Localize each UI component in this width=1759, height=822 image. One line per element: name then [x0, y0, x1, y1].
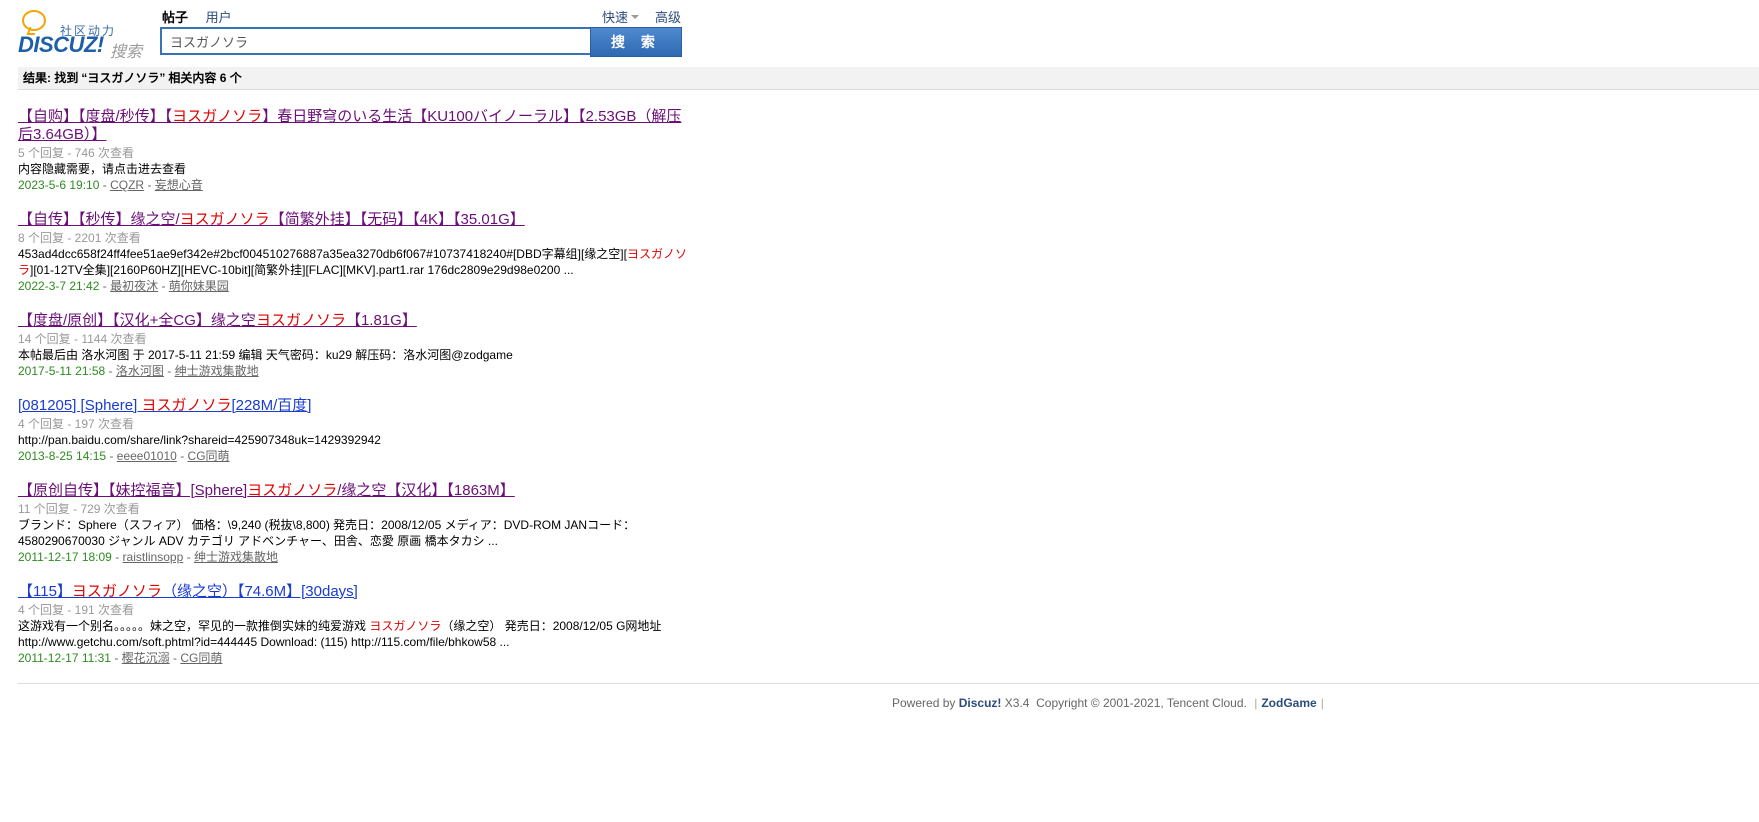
footer-separator: |	[1254, 696, 1258, 710]
footer: Powered by Discuz! X3.4 Copyright © 2001…	[892, 696, 1328, 710]
result-item: 【原创自传】【妹控福音】[Sphere]ヨスガノソラ/缘之空【汉化】【1863M…	[18, 482, 690, 565]
result-item: 【115】ヨスガノソラ（缘之空）【74.6M】[30days] 4 个回复 - …	[18, 583, 690, 666]
result-desc: 这游戏有一个别名。。。。。妹之空，罕见的一款推倒实妹的纯爱游戏 ヨスガノソラ（缘…	[18, 619, 662, 649]
tab-users[interactable]: 用户	[206, 10, 232, 25]
result-desc: 本帖最后由 洛水河图 于 2017-5-11 21:59 编辑 天气密码：ku2…	[18, 348, 513, 362]
advanced-search-link[interactable]: 高级	[655, 7, 681, 26]
result-item: [081205] [Sphere] ヨスガノソラ[228M/百度] 4 个回复 …	[18, 397, 690, 464]
result-meta: 4 个回复 - 191 次查看	[18, 603, 135, 617]
result-meta: 14 个回复 - 1144 次查看	[18, 332, 147, 346]
result-meta: 11 个回复 - 729 次查看	[18, 502, 140, 516]
result-meta: 4 个回复 - 197 次查看	[18, 417, 135, 431]
site-link[interactable]: ZodGame	[1261, 696, 1316, 710]
result-date: 2011-12-17 18:09	[18, 550, 112, 564]
result-meta: 8 个回复 - 2201 次查看	[18, 231, 141, 245]
result-forum-link[interactable]: 绅士游戏集散地	[175, 364, 259, 378]
result-desc: 内容隐藏需要，请点击进去查看	[18, 162, 187, 176]
copyright: Copyright © 2001-2021, Tencent Cloud.	[1036, 696, 1247, 710]
result-date: 2013-8-25 14:15	[18, 449, 107, 463]
tab-threads[interactable]: 帖子	[162, 10, 188, 25]
result-info: 2013-8-25 14:15 - eeee01010 - CG同萌	[18, 449, 230, 463]
result-title-link[interactable]: 【度盘/原创】【汉化+全CG】缘之空ヨスガノソラ【1.81G】	[18, 312, 690, 330]
result-desc: http://pan.baidu.com/share/link?shareid=…	[18, 433, 381, 447]
footer-separator: |	[1320, 696, 1324, 710]
result-forum-link[interactable]: 绅士游戏集散地	[194, 550, 278, 564]
result-title-link[interactable]: 【自购】【度盘/秒传】【ヨスガノソラ】春日野穹のいる生活【KU100バイノーラル…	[18, 108, 690, 144]
result-suffix: 相关内容 6 个	[168, 71, 242, 85]
result-query: “ヨスガノソラ”	[81, 71, 166, 85]
discuz-logo[interactable]: 社区动力 DISCUZ! 搜索	[18, 8, 148, 61]
result-meta: 5 个回复 - 746 次查看	[18, 146, 135, 160]
version: X3.4	[1004, 696, 1030, 710]
result-title-link[interactable]: 【自传】【秒传】缘之空/ヨスガノソラ【简繁外挂】【无码】【4K】【35.01G】	[18, 211, 690, 229]
result-desc: 453ad4dcc658f24ff4fee51ae9ef342e#2bcf004…	[18, 247, 687, 277]
result-title-link[interactable]: [081205] [Sphere] ヨスガノソラ[228M/百度]	[18, 397, 690, 415]
result-desc: ブランド：Sphere（スフィア） 価格：\9,240 (税抜\8,800) 発…	[18, 518, 636, 548]
results-list: 【自购】【度盘/秒传】【ヨスガノソラ】春日野穹のいる生活【KU100バイノーラル…	[18, 108, 690, 666]
result-forum-link[interactable]: 萌你妹果园	[169, 279, 229, 293]
speech-bubble-icon	[22, 10, 46, 31]
result-info: 2011-12-17 18:09 - raistlinsopp - 绅士游戏集散…	[18, 550, 278, 564]
search-type-tabs: 帖子 用户	[162, 7, 246, 26]
quick-label: 快速	[602, 10, 629, 25]
result-title-link[interactable]: 【原创自传】【妹控福音】[Sphere]ヨスガノソラ/缘之空【汉化】【1863M…	[18, 482, 690, 500]
quick-dropdown[interactable]: 快速	[602, 7, 640, 26]
result-author-link[interactable]: 最初夜沐	[110, 279, 158, 293]
search-input[interactable]	[160, 27, 590, 55]
result-author-link[interactable]: raistlinsopp	[123, 550, 184, 564]
result-info: 2022-3-7 21:42 - 最初夜沐 - 萌你妹果园	[18, 279, 229, 293]
result-date: 2022-3-7 21:42	[18, 279, 100, 293]
result-title-link[interactable]: 【115】ヨスガノソラ（缘之空）【74.6M】[30days]	[18, 583, 690, 601]
result-author-link[interactable]: eeee01010	[117, 449, 177, 463]
result-item: 【自购】【度盘/秒传】【ヨスガノソラ】春日野穹のいる生活【KU100バイノーラル…	[18, 108, 690, 193]
result-item: 【自传】【秒传】缘之空/ヨスガノソラ【简繁外挂】【无码】【4K】【35.01G】…	[18, 211, 690, 294]
result-date: 2011-12-17 11:31	[18, 651, 111, 665]
search-button[interactable]: 搜 索	[590, 27, 682, 57]
result-author-link[interactable]: 洛水河图	[116, 364, 164, 378]
result-info: 2011-12-17 11:31 - 樱花沉溺 - CG同萌	[18, 651, 223, 665]
result-info: 2017-5-11 21:58 - 洛水河图 - 绅士游戏集散地	[18, 364, 259, 378]
footer-divider	[18, 683, 1759, 684]
powered-prefix: Powered by	[892, 696, 956, 710]
powered-brand-link[interactable]: Discuz!	[959, 696, 1002, 710]
result-author-link[interactable]: CQZR	[110, 178, 144, 192]
logo-sub: 搜索	[110, 44, 143, 61]
result-forum-link[interactable]: CG同萌	[188, 449, 230, 463]
result-summary: 结果: 找到 “ヨスガノソラ” 相关内容 6 个	[18, 67, 1759, 90]
result-forum-link[interactable]: 妄想心音	[155, 178, 203, 192]
result-date: 2017-5-11 21:58	[18, 364, 106, 378]
result-prefix: 结果: 找到	[23, 71, 79, 85]
result-info: 2023-5-6 19:10 - CQZR - 妄想心音	[18, 178, 203, 192]
result-item: 【度盘/原创】【汉化+全CG】缘之空ヨスガノソラ【1.81G】 14 个回复 -…	[18, 312, 690, 379]
result-author-link[interactable]: 樱花沉溺	[122, 651, 170, 665]
result-forum-link[interactable]: CG同萌	[180, 651, 222, 665]
result-date: 2023-5-6 19:10	[18, 178, 100, 192]
caret-down-icon	[631, 15, 640, 19]
logo-word: DISCUZ!	[18, 32, 104, 57]
